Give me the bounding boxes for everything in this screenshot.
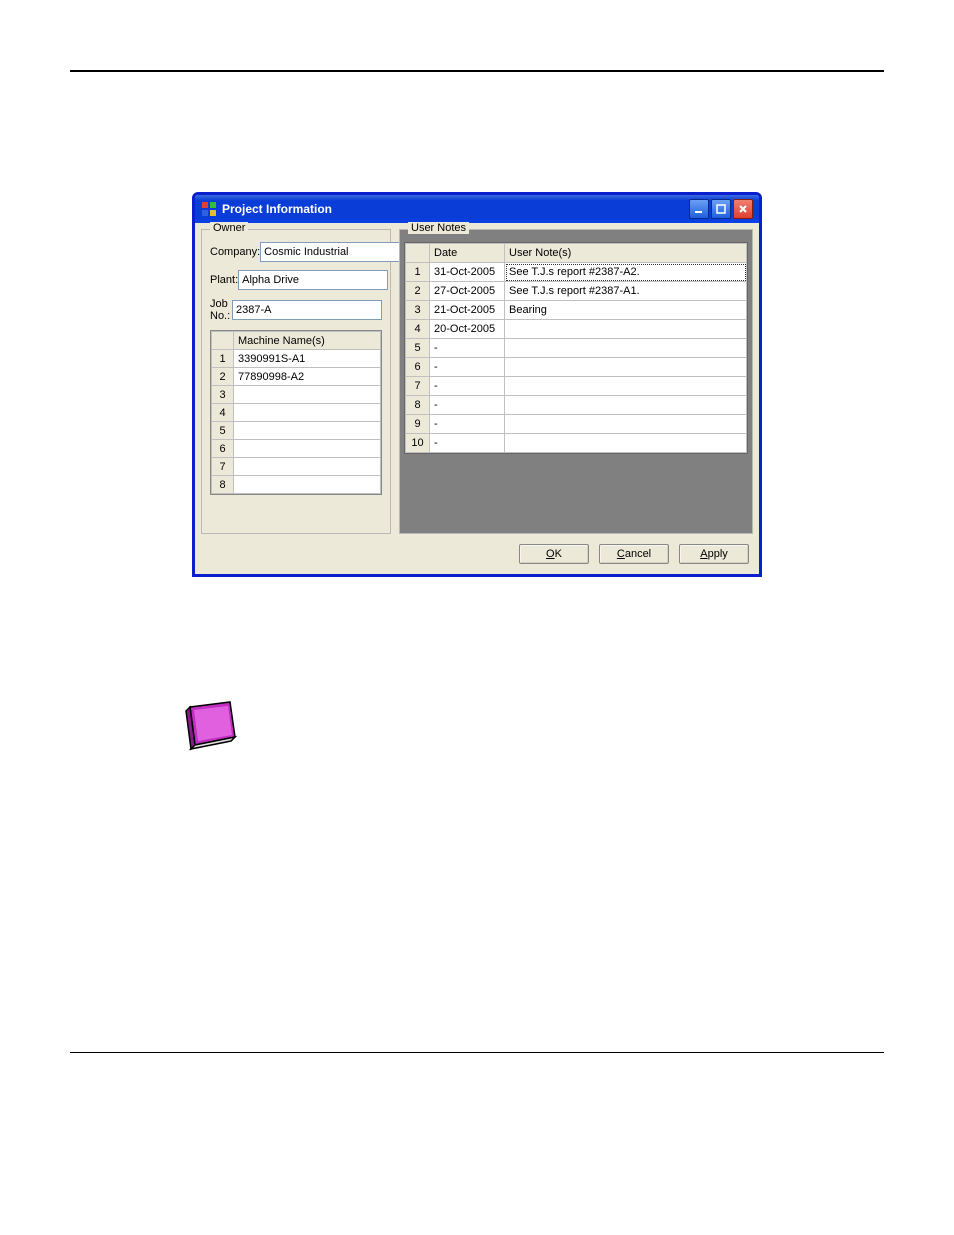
company-label: Company: xyxy=(210,246,260,258)
cancel-button[interactable]: Cancel xyxy=(599,544,669,564)
note-header: User Note(s) xyxy=(505,244,747,263)
table-row: 277890998-A2 xyxy=(212,368,381,386)
table-row: 6 xyxy=(212,440,381,458)
table-row: 7- xyxy=(406,377,747,396)
plant-label: Plant: xyxy=(210,274,238,286)
book-icon xyxy=(180,697,240,752)
apply-button[interactable]: Apply xyxy=(679,544,749,564)
table-row: 4 xyxy=(212,404,381,422)
table-row: 10- xyxy=(406,434,747,453)
jobno-label: Job No.: xyxy=(210,298,232,322)
close-button[interactable] xyxy=(733,199,753,219)
dialog-screenshot: Project Information xyxy=(192,192,762,577)
jobno-input[interactable] xyxy=(232,300,382,320)
company-input[interactable] xyxy=(260,242,410,262)
machine-table[interactable]: Machine Name(s) 13390991S-A1 277890998-A… xyxy=(210,330,382,495)
table-row: 13390991S-A1 xyxy=(212,350,381,368)
plant-input[interactable] xyxy=(238,270,388,290)
table-row: 5 xyxy=(212,422,381,440)
table-row: 131-Oct-2005See T.J.s report #2387-A2. xyxy=(406,263,747,282)
table-row: 321-Oct-2005Bearing xyxy=(406,301,747,320)
dialog-window: Project Information xyxy=(192,192,762,577)
owner-group-label: Owner xyxy=(210,222,248,234)
titlebar[interactable]: Project Information xyxy=(195,195,759,223)
table-row: 5- xyxy=(406,339,747,358)
notes-table[interactable]: Date User Note(s) 131-Oct-2005See T.J.s … xyxy=(404,242,748,454)
notes-group: User Notes Date User Note(s) 131-Oct-200… xyxy=(399,229,753,534)
footer-divider xyxy=(70,1052,884,1053)
minimize-button[interactable] xyxy=(689,199,709,219)
heading-divider xyxy=(70,70,884,72)
date-header: Date xyxy=(430,244,505,263)
table-row: 3 xyxy=(212,386,381,404)
table-row: 9- xyxy=(406,415,747,434)
app-icon xyxy=(201,201,217,217)
table-row: 8 xyxy=(212,476,381,494)
machine-header: Machine Name(s) xyxy=(234,332,381,350)
owner-group: Owner Company: Plant: Job No.: xyxy=(201,229,391,534)
table-row: 8- xyxy=(406,396,747,415)
table-row: 420-Oct-2005 xyxy=(406,320,747,339)
table-row: 6- xyxy=(406,358,747,377)
maximize-button[interactable] xyxy=(711,199,731,219)
table-row: 227-Oct-2005See T.J.s report #2387-A1. xyxy=(406,282,747,301)
table-row: 7 xyxy=(212,458,381,476)
window-title: Project Information xyxy=(222,202,689,216)
notes-group-label: User Notes xyxy=(408,222,469,234)
ok-button[interactable]: OK xyxy=(519,544,589,564)
